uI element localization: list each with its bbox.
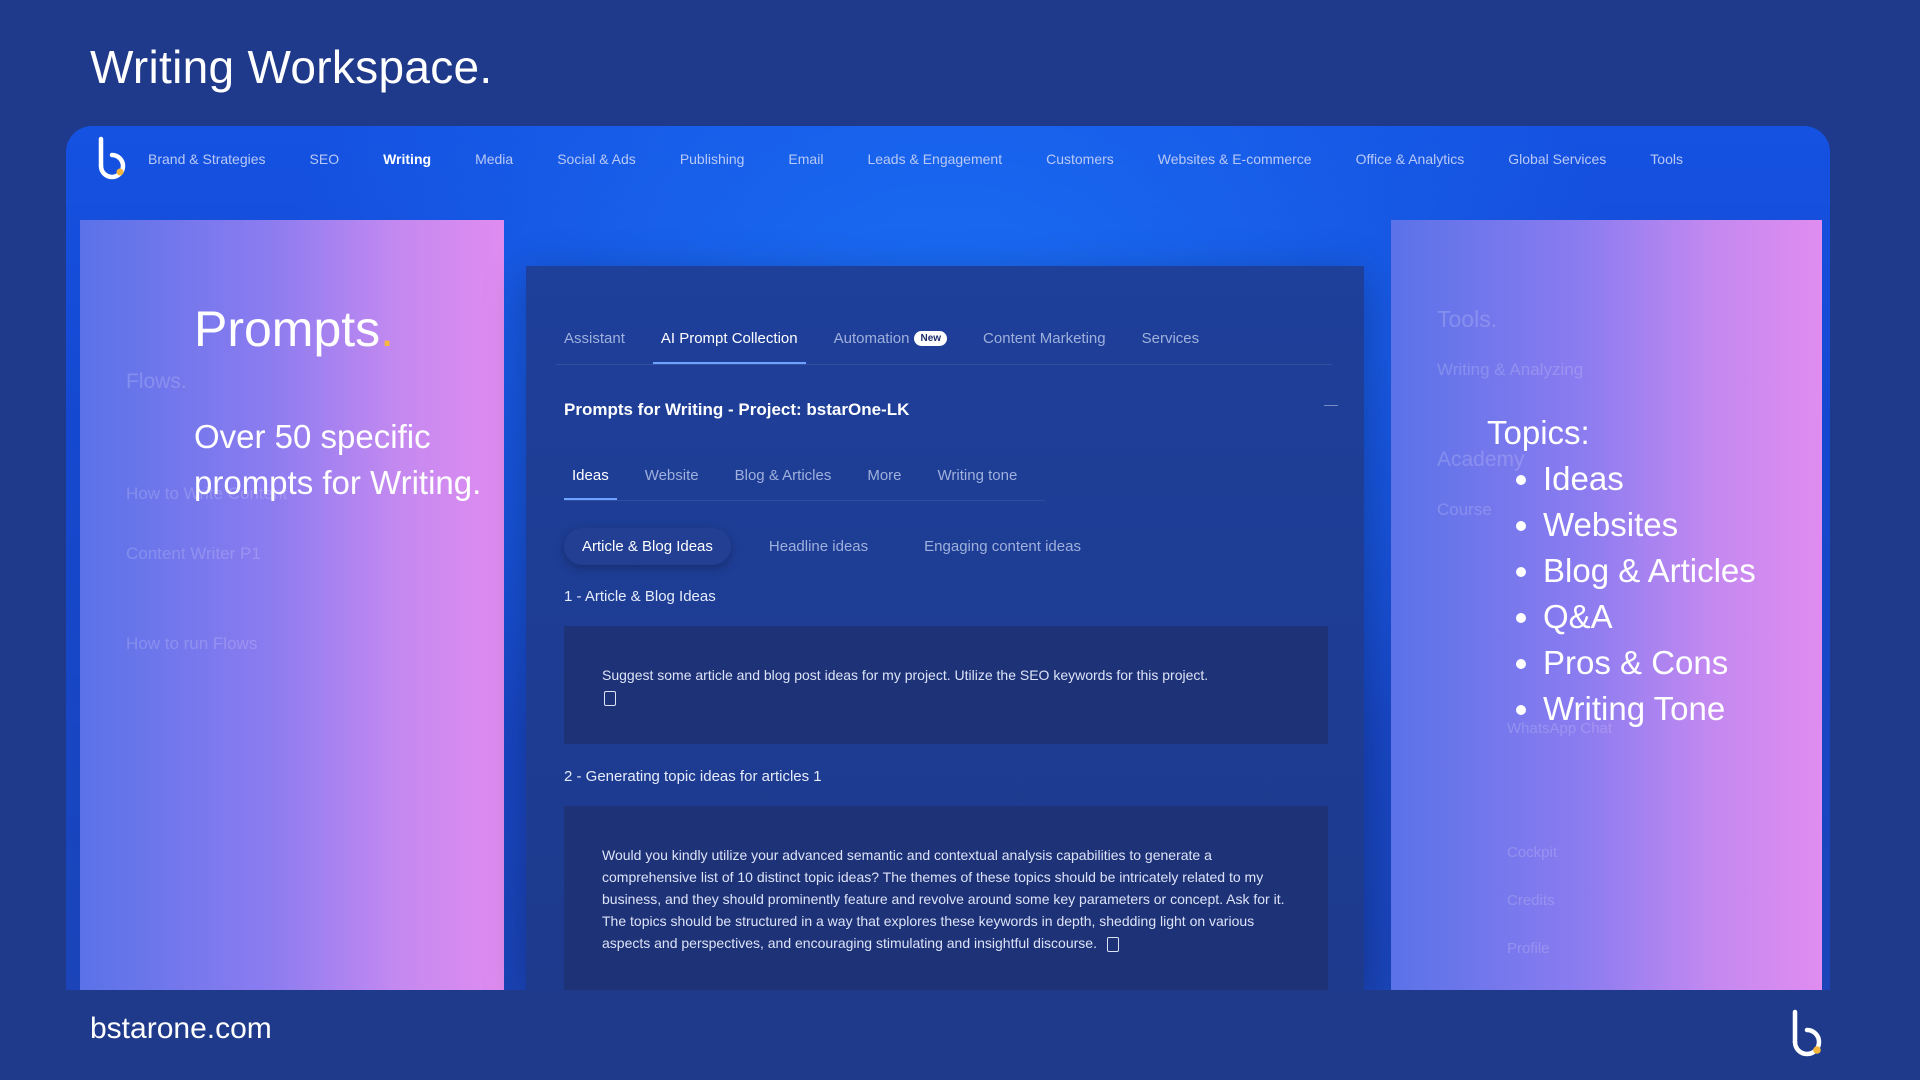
flow-item-content-writer-p1[interactable]: Content Writer P1 bbox=[126, 544, 261, 564]
bstarone-footer-logo-icon bbox=[1792, 1009, 1822, 1057]
cockpit-link[interactable]: Cockpit bbox=[1507, 844, 1557, 861]
nav-item-social-ads[interactable]: Social & Ads bbox=[557, 151, 636, 167]
course-label: Course bbox=[1437, 500, 1492, 519]
topic-qa: Q&A bbox=[1543, 594, 1756, 640]
idea-pills: Article & Blog Ideas Headline ideas Enga… bbox=[564, 528, 1119, 565]
topic-pros-cons: Pros & Cons bbox=[1543, 640, 1756, 686]
tools-heading: Tools. bbox=[1437, 306, 1498, 332]
nav-item-leads-engagement[interactable]: Leads & Engagement bbox=[867, 151, 1002, 167]
tab-services[interactable]: Services bbox=[1134, 314, 1208, 362]
tool-writing-analyzing[interactable]: Writing & Analyzing bbox=[1437, 360, 1583, 380]
flows-heading: Flows. bbox=[126, 370, 187, 393]
prompts-heading-dot: . bbox=[380, 301, 395, 357]
topic-blog-articles: Blog & Articles bbox=[1543, 548, 1756, 594]
topic-writing-tone: Writing Tone bbox=[1543, 686, 1756, 732]
prompt-box-1[interactable]: Suggest some article and blog post ideas… bbox=[564, 626, 1328, 744]
topics-heading: Topics: bbox=[1487, 414, 1590, 451]
nav-items: Brand & Strategies SEO Writing Media Soc… bbox=[148, 126, 1727, 192]
left-panel: Flows. How to Write Content Content Writ… bbox=[80, 220, 504, 990]
prompt-text-1: Suggest some article and blog post ideas… bbox=[602, 667, 1209, 683]
prompts-heading: Prompts. bbox=[194, 300, 394, 358]
topic-ideas: Ideas bbox=[1543, 456, 1756, 502]
pill-headline-ideas[interactable]: Headline ideas bbox=[751, 528, 886, 565]
copy-icon[interactable] bbox=[1106, 936, 1119, 952]
copy-icon[interactable] bbox=[604, 690, 616, 706]
app-window: Brand & Strategies SEO Writing Media Soc… bbox=[66, 126, 1830, 990]
nav-item-office-analytics[interactable]: Office & Analytics bbox=[1356, 151, 1465, 167]
right-panel: Tools. Writing & Analyzing Academy Cours… bbox=[1391, 220, 1822, 990]
prompt-box-2[interactable]: Would you kindly utilize your advanced s… bbox=[564, 806, 1328, 990]
prompt-text-2: Would you kindly utilize your advanced s… bbox=[602, 847, 1285, 951]
nav-item-websites-ecommerce[interactable]: Websites & E-commerce bbox=[1158, 151, 1312, 167]
pill-engaging-content-ideas[interactable]: Engaging content ideas bbox=[906, 528, 1099, 565]
tab-ai-prompt-collection[interactable]: AI Prompt Collection bbox=[652, 314, 806, 364]
pill-article-blog-ideas[interactable]: Article & Blog Ideas bbox=[564, 528, 731, 565]
nav-item-writing[interactable]: Writing bbox=[383, 151, 431, 167]
nav-item-seo[interactable]: SEO bbox=[310, 151, 340, 167]
prompt-label-2: 2 - Generating topic ideas for articles … bbox=[564, 768, 822, 785]
nav-item-media[interactable]: Media bbox=[475, 151, 513, 167]
new-badge: New bbox=[914, 330, 948, 346]
subtab-writing-tone[interactable]: Writing tone bbox=[930, 452, 1026, 498]
bstarone-logo-icon[interactable] bbox=[94, 136, 128, 182]
tab-assistant[interactable]: Assistant bbox=[556, 314, 633, 362]
collapse-icon[interactable]: — bbox=[1324, 396, 1338, 412]
credits-link[interactable]: Credits bbox=[1507, 892, 1555, 909]
footer-url[interactable]: bstarone.com bbox=[90, 1012, 272, 1046]
flow-item-how-to-run-flows[interactable]: How to run Flows bbox=[126, 634, 257, 654]
main-tabs: Assistant AI Prompt Collection Automatio… bbox=[556, 314, 1332, 365]
nav-item-publishing[interactable]: Publishing bbox=[680, 151, 745, 167]
tab-automation[interactable]: Automation New bbox=[826, 314, 955, 362]
tab-content-marketing[interactable]: Content Marketing bbox=[975, 314, 1114, 362]
slide-title: Writing Workspace. bbox=[90, 41, 493, 93]
topic-websites: Websites bbox=[1543, 502, 1756, 548]
nav-item-tools[interactable]: Tools bbox=[1650, 151, 1683, 167]
prompt-label-1: 1 - Article & Blog Ideas bbox=[564, 588, 716, 605]
nav-item-email[interactable]: Email bbox=[788, 151, 823, 167]
top-navigation: Brand & Strategies SEO Writing Media Soc… bbox=[66, 126, 1830, 192]
nav-item-brand-strategies[interactable]: Brand & Strategies bbox=[148, 151, 266, 167]
main-content-card: Assistant AI Prompt Collection Automatio… bbox=[526, 266, 1364, 990]
prompt-subtabs: Ideas Website Blog & Articles More Writi… bbox=[564, 452, 1046, 501]
topics-list: Ideas Websites Blog & Articles Q&A Pros … bbox=[1487, 456, 1756, 732]
prompts-heading-text: Prompts bbox=[194, 301, 381, 357]
subtab-website[interactable]: Website bbox=[637, 452, 707, 498]
nav-item-customers[interactable]: Customers bbox=[1046, 151, 1114, 167]
project-title: Prompts for Writing - Project: bstarOne-… bbox=[564, 400, 910, 419]
tab-automation-label: Automation bbox=[833, 329, 910, 347]
subtab-ideas[interactable]: Ideas bbox=[564, 452, 617, 500]
subtab-more[interactable]: More bbox=[859, 452, 909, 498]
prompts-subtitle: Over 50 specific prompts for Writing. bbox=[194, 418, 482, 501]
subtab-blog-articles[interactable]: Blog & Articles bbox=[727, 452, 840, 498]
profile-link[interactable]: Profile bbox=[1507, 940, 1550, 957]
nav-item-global-services[interactable]: Global Services bbox=[1508, 151, 1606, 167]
